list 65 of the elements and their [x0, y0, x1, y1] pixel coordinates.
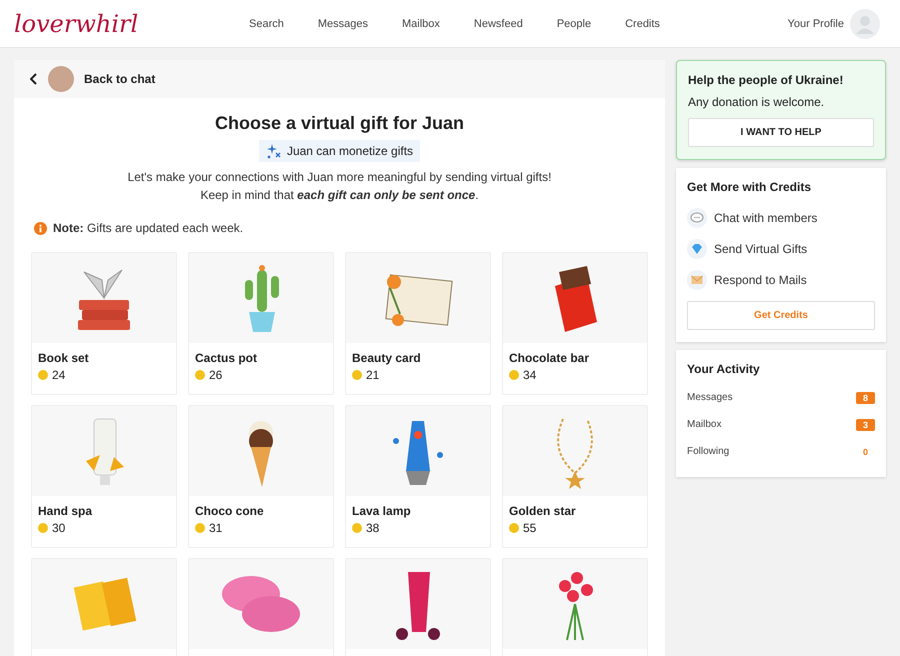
gift-name: Book set: [38, 351, 90, 365]
nav-link[interactable]: Credits: [625, 18, 660, 30]
gift-price: 30: [52, 521, 66, 535]
nav-link[interactable]: Messages: [318, 18, 368, 30]
count-label: 0: [862, 446, 869, 458]
activity-link[interactable]: Messages: [687, 392, 733, 403]
coin-icon: [195, 370, 205, 380]
gift-card[interactable]: Hand spa 30: [31, 405, 177, 548]
envelope-icon: [687, 270, 707, 290]
coin-icon: [38, 370, 48, 380]
donation-title: Help the people of Ukraine!: [688, 73, 844, 87]
intro-text: Keep in mind that each gift can only be sent once.: [199, 187, 480, 203]
profile-link[interactable]: Your Profile: [788, 18, 844, 30]
credit-benefit: Send Virtual Gifts: [714, 242, 808, 256]
gift-price: 21: [366, 368, 380, 382]
coin-icon: [352, 523, 362, 533]
coin-icon: [509, 523, 519, 533]
nav-link[interactable]: People: [556, 18, 592, 30]
gift-name: Choco cone: [195, 504, 265, 518]
help-button[interactable]: I WANT TO HELP: [688, 118, 874, 147]
gift-card[interactable]: Chocolate bar 34: [502, 252, 648, 395]
gift-name: Golden star: [509, 504, 577, 518]
activity-title: Your Activity: [687, 362, 761, 376]
sparkle-icon: [266, 143, 282, 159]
activity-link[interactable]: Mailbox: [687, 419, 722, 430]
credit-benefit: Respond to Mails: [714, 272, 807, 286]
profile-photo: [48, 66, 74, 92]
coin-icon: [352, 370, 362, 380]
gift-card[interactable]: Cactus pot 26: [188, 252, 334, 395]
gift-price: 24: [52, 368, 66, 382]
gift-card[interactable]: Book set 24: [31, 252, 177, 395]
gift-price: 31: [209, 521, 222, 535]
gift-price: 26: [209, 368, 222, 382]
activity-link[interactable]: Following: [687, 446, 730, 457]
donation-text: Any donation is welcome.: [688, 95, 826, 109]
back-to-chat-link[interactable]: Back to chat: [84, 72, 156, 86]
gift-name: Hand spa: [38, 504, 94, 518]
credits-title: Get More with Credits: [687, 180, 812, 194]
nav-link[interactable]: Newsfeed: [474, 18, 523, 30]
coin-icon: [509, 370, 519, 380]
monetize-text: Juan can monetize gifts: [286, 144, 414, 158]
credit-benefit: Chat with members: [714, 210, 818, 224]
nav-link[interactable]: Search: [249, 18, 284, 30]
speech-bubble-icon: [687, 208, 707, 228]
gift-card[interactable]: Beauty card 21: [345, 252, 491, 395]
coin-icon: [195, 523, 205, 533]
gift-card[interactable]: Golden star 55: [502, 405, 648, 548]
gift-price: 38: [366, 521, 380, 535]
info-icon: [34, 222, 47, 234]
gift-name: Chocolate bar: [509, 351, 590, 365]
gift-name: Beauty card: [352, 351, 422, 365]
nav-link[interactable]: Mailbox: [402, 18, 440, 30]
gift-name: Lava lamp: [352, 504, 412, 518]
gift-name: Cactus pot: [195, 351, 258, 365]
coin-icon: [38, 523, 48, 533]
count-badge: 8: [856, 392, 875, 404]
gift-card[interactable]: Choco cone 31: [188, 405, 334, 548]
note-text: Note: Gifts are updated each week.: [53, 221, 244, 235]
gift-card[interactable]: Lava lamp 38: [345, 405, 491, 548]
gift-price: 55: [523, 521, 536, 535]
gift-price: 34: [523, 368, 536, 382]
count-badge: 3: [856, 418, 875, 430]
intro-text: Let's make your connections with Juan more meaningful by sending virtual gifts!: [126, 169, 552, 185]
logo[interactable]: loverwhirl: [14, 10, 249, 38]
page-title: Choose a virtual gift for Juan: [214, 113, 466, 134]
